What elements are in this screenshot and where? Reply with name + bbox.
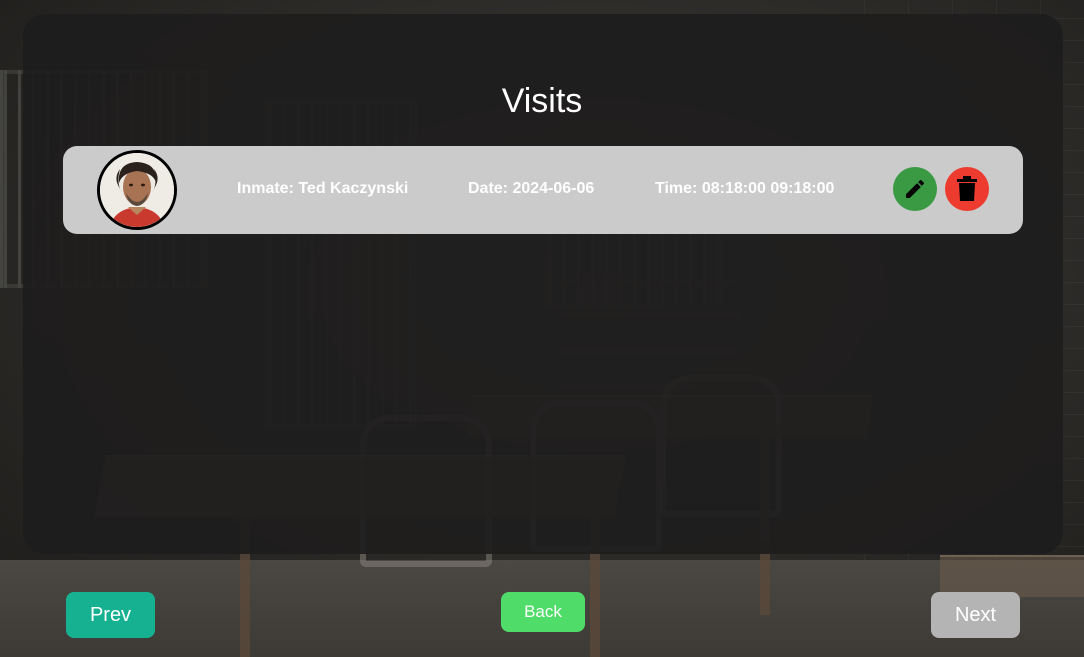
edit-visit-button[interactable] <box>893 167 937 211</box>
delete-visit-button[interactable] <box>945 167 989 211</box>
visit-time: Time: 08:18:00 09:18:00 <box>655 180 835 197</box>
visit-card: Inmate: Ted Kaczynski Date: 2024-06-06 T… <box>63 146 1023 234</box>
page-title: Visits <box>501 82 583 120</box>
inmate-photo-icon <box>100 153 174 227</box>
visit-date: Date: 2024-06-06 <box>468 180 595 197</box>
trash-icon <box>957 176 977 201</box>
next-button[interactable]: Next <box>931 592 1020 638</box>
pencil-icon <box>906 179 924 198</box>
inmate-avatar <box>97 150 177 230</box>
prev-button[interactable]: Prev <box>66 592 155 638</box>
visit-inmate: Inmate: Ted Kaczynski <box>237 180 409 197</box>
background-table <box>940 555 1084 597</box>
back-button[interactable]: Back <box>501 592 585 632</box>
